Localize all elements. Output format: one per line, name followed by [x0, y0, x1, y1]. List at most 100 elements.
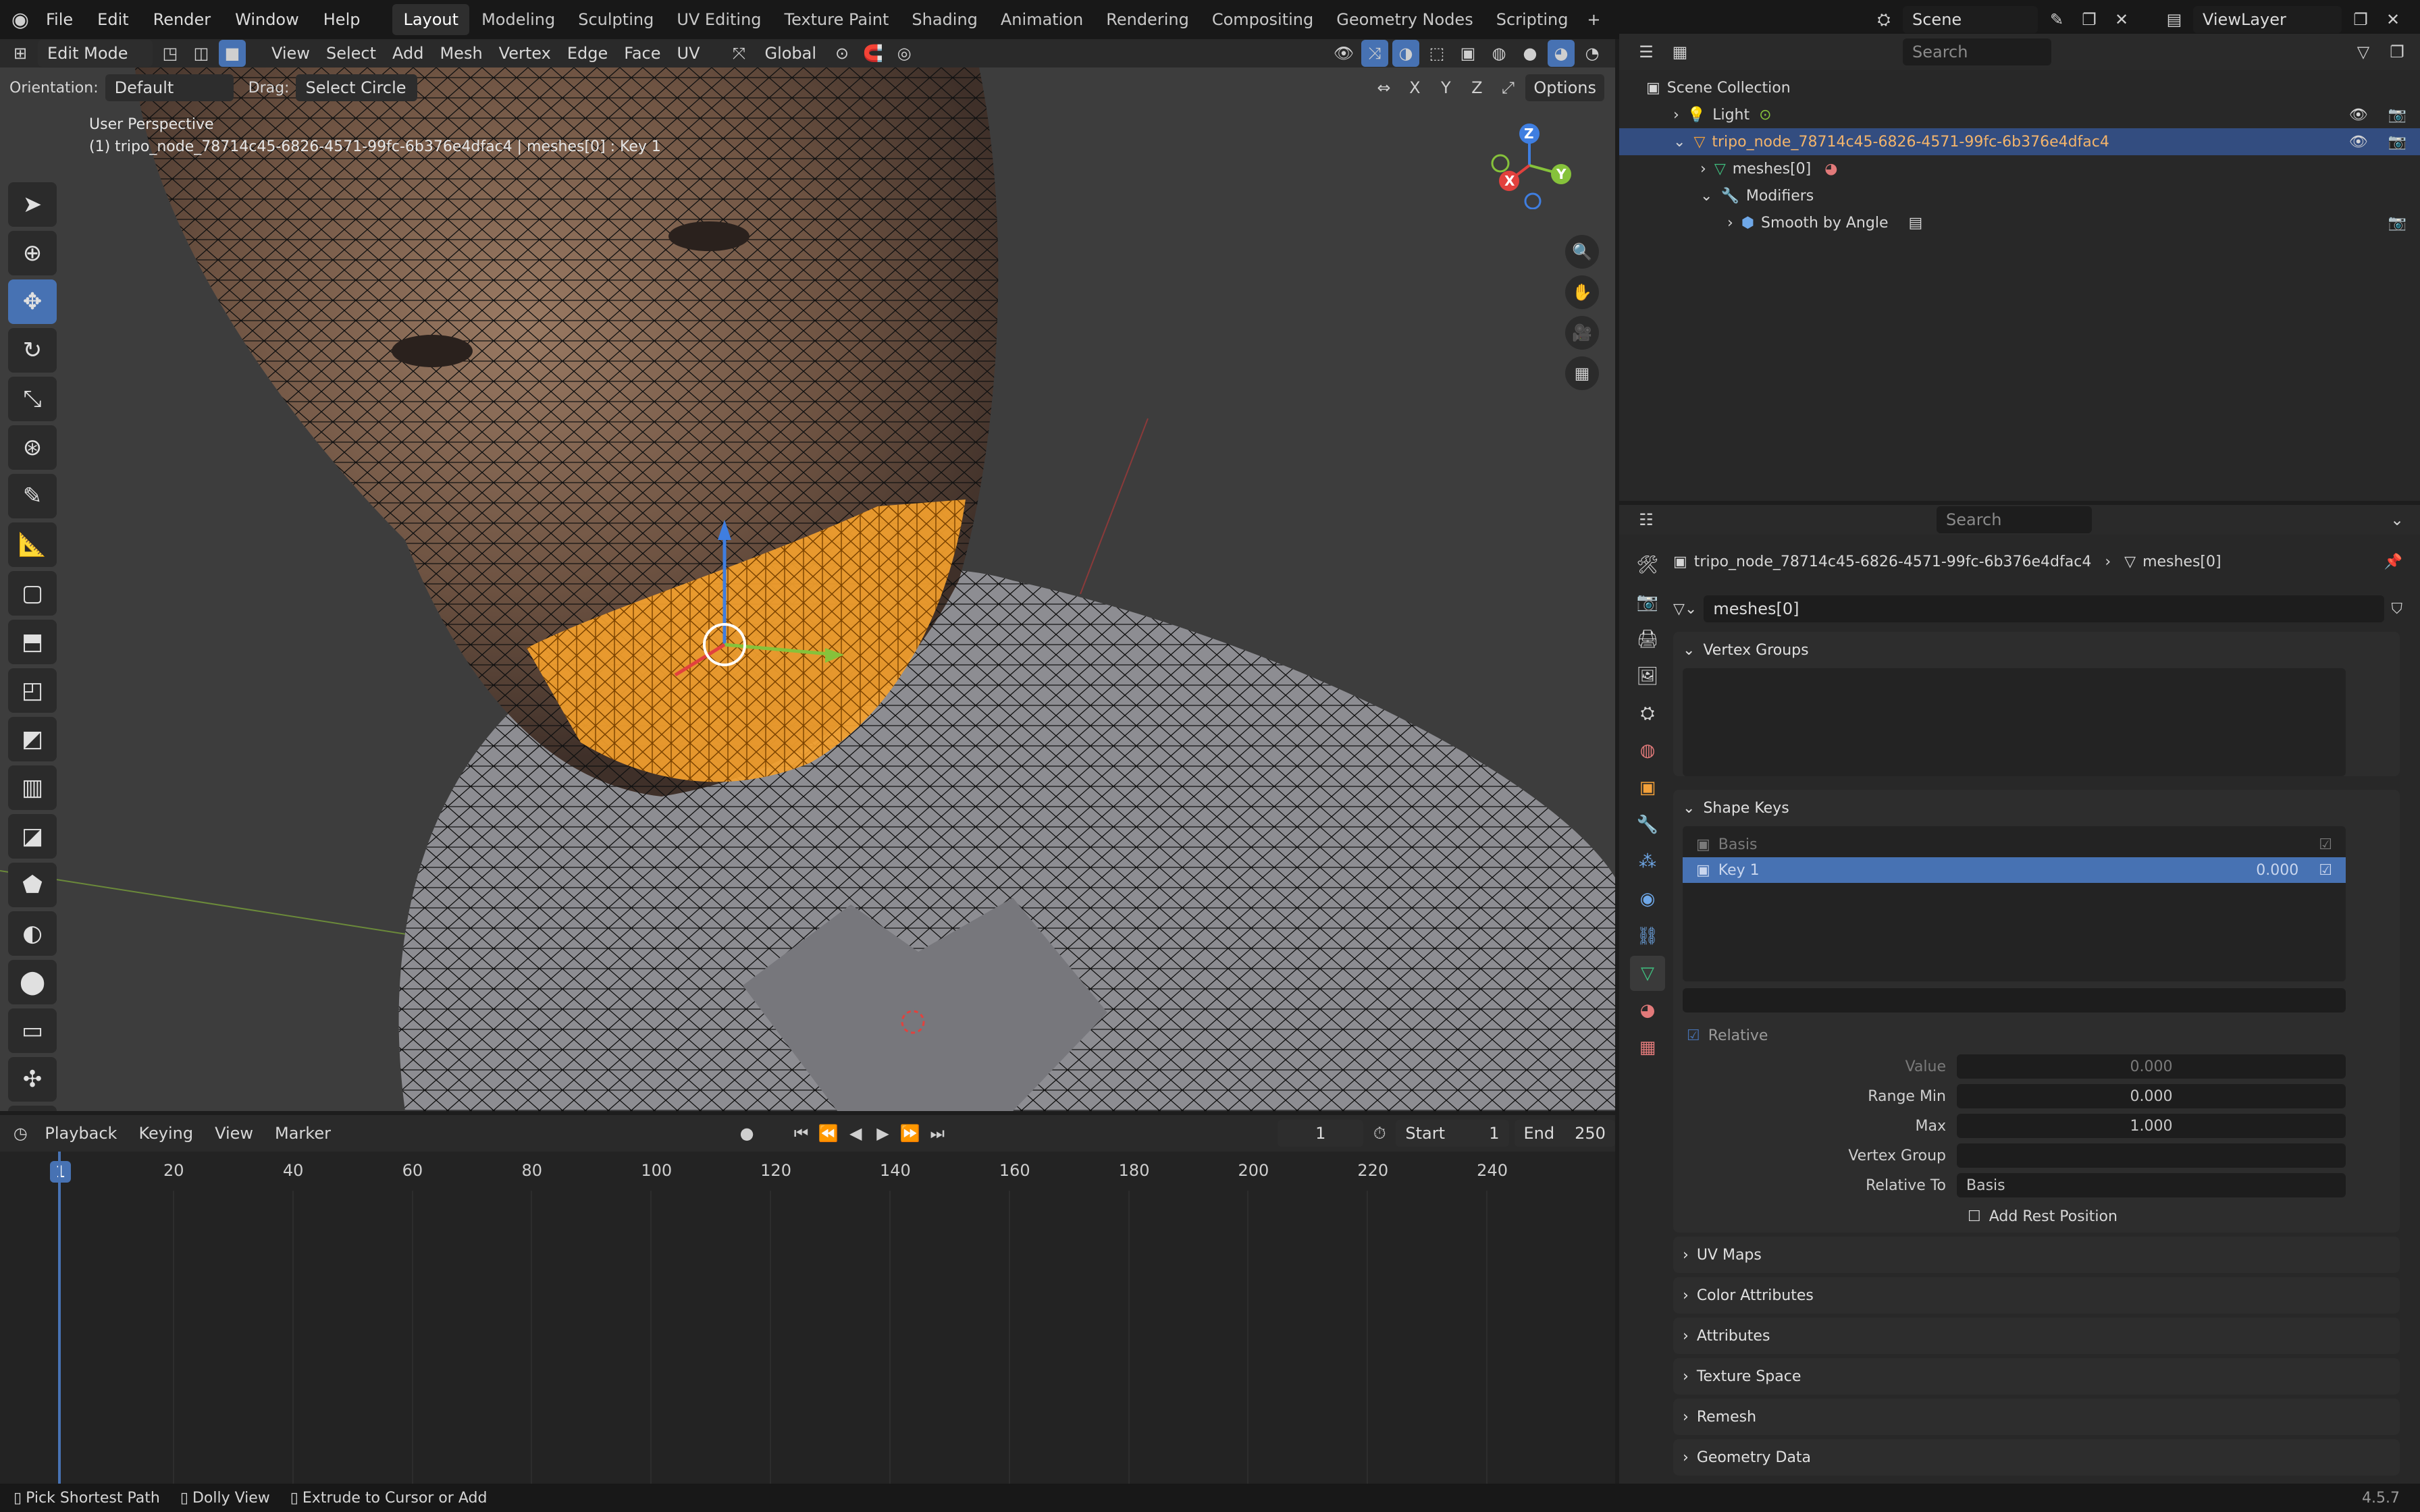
delete-scene-icon[interactable]: ✕ [2108, 6, 2135, 33]
chevron-down-icon[interactable]: ⌄ [1700, 188, 1712, 205]
gizmo-icon[interactable]: ⤨ [1361, 40, 1388, 67]
annotate-tool-icon[interactable]: ✎ [8, 474, 57, 518]
shape-keys-header[interactable]: ⌄ Shape Keys [1673, 790, 2400, 826]
max-field[interactable]: 1.000 [1957, 1114, 2346, 1138]
rotate-tool-icon[interactable]: ↻ [8, 328, 57, 373]
face-select-icon[interactable]: ■ [219, 40, 246, 67]
render-tab-icon[interactable]: 📷 [1630, 585, 1665, 620]
auto-merge-icon[interactable]: ⤢ [1494, 74, 1521, 101]
visibility-icon[interactable]: 👁 [1330, 40, 1357, 67]
transform-tool-icon[interactable]: ⊛ [8, 425, 57, 470]
tab-animation[interactable]: Animation [990, 4, 1094, 35]
attributes-header[interactable]: › Attributes [1673, 1318, 2400, 1354]
shape-key-key1[interactable]: ▣ Key 1 0.000 ☑ [1683, 857, 2346, 883]
tab-sculpting[interactable]: Sculpting [567, 4, 664, 35]
delete-view-layer-icon[interactable]: ✕ [2379, 6, 2406, 33]
jump-start-icon[interactable]: ⏮ [790, 1120, 812, 1147]
menu-marker[interactable]: Marker [267, 1120, 339, 1147]
fake-user-shield-icon[interactable]: ⛉ [2391, 601, 2402, 618]
outliner-search-input[interactable]: Search [1903, 38, 2051, 65]
properties-editor-type-icon[interactable]: ☷ [1633, 506, 1660, 533]
outliner-editor-type-icon[interactable]: ☰ [1633, 38, 1660, 65]
menu-render[interactable]: Render [141, 0, 223, 39]
tab-compositing[interactable]: Compositing [1201, 4, 1324, 35]
chevron-right-icon[interactable]: › [1727, 215, 1733, 232]
menu-edit[interactable]: Edit [85, 0, 140, 39]
menu-edge[interactable]: Edge [559, 40, 616, 67]
jump-end-icon[interactable]: ⏭ [926, 1120, 948, 1147]
record-icon[interactable]: ● [736, 1120, 758, 1147]
tab-scripting[interactable]: Scripting [1485, 4, 1579, 35]
view-layer-icon[interactable]: ▤ [2161, 6, 2188, 33]
drag-dropdown[interactable]: Select Circle [296, 74, 418, 101]
eye-icon[interactable]: 👁 [2349, 107, 2368, 124]
loop-cut-tool-icon[interactable]: ▥ [8, 765, 57, 810]
mirror-icon[interactable]: ⇔ [1370, 74, 1397, 101]
pin-icon[interactable]: 📌 [2384, 554, 2402, 570]
grid-view-icon[interactable]: ▦ [1565, 356, 1599, 390]
tab-layout[interactable]: Layout [392, 4, 470, 35]
menu-view[interactable]: View [263, 40, 318, 67]
edge-select-icon[interactable]: ◫ [188, 40, 215, 67]
remesh-header[interactable]: › Remesh [1673, 1399, 2400, 1435]
chevron-right-icon[interactable]: › [1700, 161, 1706, 178]
scene-field[interactable]: Scene [1903, 6, 2038, 33]
outliner-row-meshes[interactable]: › ▽ meshes[0] ◕ [1646, 155, 2420, 182]
render-camera-icon[interactable]: 📷 [2388, 134, 2406, 151]
render-camera-icon[interactable]: 📷 [2388, 215, 2406, 232]
menu-keying[interactable]: Keying [130, 1120, 201, 1147]
checkbox-icon[interactable]: ☑ [2319, 862, 2332, 879]
tab-shading[interactable]: Shading [901, 4, 989, 35]
menu-vertex[interactable]: Vertex [491, 40, 559, 67]
mirror-x-toggle[interactable]: X [1401, 74, 1428, 101]
camera-icon[interactable]: 🎥 [1565, 316, 1599, 350]
shape-key-basis[interactable]: ▣ Basis ☑ [1683, 832, 2346, 857]
overlay-icon[interactable]: ◑ [1392, 40, 1419, 67]
shrink-fatten-tool-icon[interactable]: ✣ [8, 1057, 57, 1102]
stopwatch-icon[interactable]: ⏱ [1369, 1120, 1390, 1147]
tab-texture-paint[interactable]: Texture Paint [774, 4, 900, 35]
end-frame-field[interactable]: End 250 [1514, 1120, 1615, 1147]
prev-keyframe-icon[interactable]: ⏪ [818, 1120, 839, 1147]
spin-tool-icon[interactable]: ◐ [8, 911, 57, 956]
filter-icon[interactable]: ▽ [2350, 38, 2377, 65]
pan-hand-icon[interactable]: ✋ [1565, 275, 1599, 309]
scale-tool-icon[interactable]: ⤡ [8, 377, 57, 421]
scene-collection-row[interactable]: ▣ Scene Collection [1646, 74, 2420, 101]
add-cube-tool-icon[interactable]: ▢ [8, 571, 57, 616]
material-shading-icon[interactable]: ◕ [1548, 40, 1575, 67]
options-dropdown[interactable]: Options [1525, 74, 1604, 101]
wireframe-shading-icon[interactable]: ◍ [1485, 40, 1512, 67]
uv-maps-header[interactable]: › UV Maps [1673, 1237, 2400, 1273]
cursor-tool-icon[interactable]: ⊕ [8, 231, 57, 275]
range-min-field[interactable]: 0.000 [1957, 1084, 2346, 1108]
add-rest-checkbox[interactable]: ☐ [1968, 1208, 1981, 1225]
navigation-gizmo[interactable]: Z Y X [1485, 122, 1573, 210]
orientation-dropdown[interactable]: Default [105, 74, 234, 101]
inset-tool-icon[interactable]: ◰ [8, 668, 57, 713]
display-mode-icon[interactable]: ▦ [1666, 38, 1693, 65]
poly-build-tool-icon[interactable]: ⬟ [8, 863, 57, 907]
tab-geometry-nodes[interactable]: Geometry Nodes [1325, 4, 1483, 35]
tab-uv-editing[interactable]: UV Editing [666, 4, 772, 35]
menu-uv[interactable]: UV [669, 40, 708, 67]
bevel-tool-icon[interactable]: ◩ [8, 717, 57, 761]
new-scene-icon[interactable]: ❐ [2076, 6, 2103, 33]
playhead[interactable] [58, 1152, 61, 1484]
timeline-editor-type-icon[interactable]: ◷ [9, 1120, 31, 1147]
eye-icon[interactable]: 👁 [2349, 134, 2368, 151]
tool-tab-icon[interactable]: 🛠 [1630, 547, 1665, 583]
rendered-shading-icon[interactable]: ◔ [1579, 40, 1606, 67]
timeline-area[interactable]: 120406080100120140160180200220240 [0, 1152, 1553, 1484]
menu-select[interactable]: Select [318, 40, 384, 67]
blender-logo-icon[interactable]: ◉ [7, 6, 34, 33]
shear-tool-icon[interactable]: ▰ [8, 1106, 57, 1111]
vertex-group-field[interactable] [1957, 1143, 2346, 1168]
new-view-layer-icon[interactable]: ❐ [2347, 6, 2374, 33]
extrude-tool-icon[interactable]: ⬒ [8, 620, 57, 664]
geometry-data-header[interactable]: › Geometry Data [1673, 1439, 2400, 1476]
play-icon[interactable]: ▶ [872, 1120, 893, 1147]
checkbox-icon[interactable]: ☑ [2319, 836, 2332, 853]
current-frame-field[interactable]: 1 [1278, 1120, 1364, 1147]
render-camera-icon[interactable]: 📷 [2388, 107, 2406, 124]
